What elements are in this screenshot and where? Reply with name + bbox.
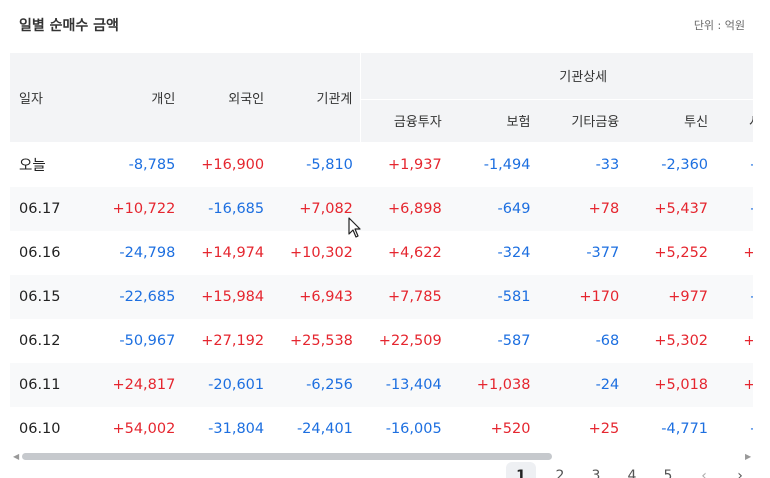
horizontal-scrollbar-thumb[interactable]	[22, 453, 552, 460]
cell-insurance: -581	[449, 275, 539, 319]
cell-individual: -24,798	[119, 245, 176, 261]
cell-private-fund: +2,259	[716, 363, 753, 407]
cell-institution-total: -24,401	[296, 421, 353, 437]
header-date: 일자	[10, 53, 95, 142]
cell-financial-investment: +1,937	[388, 156, 442, 173]
page-button-2[interactable]: 2	[542, 462, 578, 478]
cell-foreign: +14,974	[201, 245, 265, 261]
cell-date: 06.10	[19, 421, 61, 437]
cell-insurance: +1,038	[449, 363, 539, 407]
cell-private-fund: -2,917	[716, 187, 753, 231]
cell-institution-total: +25,538	[290, 333, 353, 349]
cell-other-finance: -33	[595, 156, 620, 173]
cell-trust: +977	[627, 275, 717, 319]
cell-date: 06.17	[10, 187, 95, 231]
cell-trust: -4,771	[661, 421, 709, 437]
cell-date: 06.16	[19, 245, 61, 261]
cell-financial-investment: +22,509	[378, 333, 442, 349]
cell-private-fund: -1,553	[716, 407, 753, 451]
table-row: 06.17 +10,722 -16,685 +7,082 +6,898 -649 +78 +5…	[10, 187, 753, 231]
scroll-right-arrow-icon[interactable]: ▶	[745, 452, 751, 461]
cell-financial-investment: -13,404	[360, 363, 450, 407]
header-other-finance: 기타금융	[538, 99, 628, 142]
cell-private-fund: +1,420	[743, 245, 753, 261]
cell-financial-investment: +7,785	[360, 275, 450, 319]
cell-foreign: -20,601	[183, 363, 273, 407]
cell-trust: +5,437	[627, 187, 717, 231]
header-individual: 개인	[94, 53, 184, 142]
cell-private-fund: -1,673	[716, 275, 753, 319]
table-row: 06.15 -22,685 +15,984 +6,943 +7,785 -581 +170 +…	[10, 275, 753, 319]
cell-insurance: -649	[449, 187, 539, 231]
cell-private-fund: +1,530	[743, 333, 753, 349]
cell-date: 06.12	[19, 333, 61, 349]
table-body: 오늘 -8,785 +16,900 -5,810 +1,937 -1,494 -33 -2,3…	[10, 142, 753, 451]
chevron-right-icon[interactable]: ›	[722, 462, 758, 478]
cell-foreign: +15,984	[183, 275, 273, 319]
cell-trust: +5,302	[654, 333, 709, 349]
header-financial-investment: 금융투자	[360, 99, 450, 142]
cell-other-finance: -24	[538, 363, 628, 407]
table-row: 오늘 -8,785 +16,900 -5,810 +1,937 -1,494 -33 -2,3…	[10, 142, 753, 187]
cell-trust: +5,252	[654, 245, 709, 261]
page-button-1[interactable]: 1	[506, 462, 536, 478]
cell-insurance: -1,494	[483, 156, 531, 173]
header-trust: 투신	[627, 99, 717, 142]
header-institution-total: 기관계	[272, 53, 361, 142]
net-buy-table: 일자 개인 외국인 기관계 기관상세 금융투자 보험 기타금융 투신 사모펀드 …	[10, 53, 753, 451]
mouse-pointer-icon	[348, 217, 361, 238]
cell-financial-investment: -16,005	[385, 421, 442, 437]
header-insurance: 보험	[449, 99, 539, 142]
section-title: 일별 순매수 금액	[19, 18, 119, 34]
table-row: 06.11 +24,817 -20,601 -6,256 -13,404 +1,038 -2…	[10, 363, 753, 407]
cell-other-finance: +78	[538, 187, 628, 231]
cell-other-finance: -68	[595, 333, 620, 349]
page-button-4[interactable]: 4	[614, 462, 650, 478]
header-institution-detail: 기관상세	[360, 53, 753, 100]
cell-date: 오늘	[19, 158, 46, 174]
cell-other-finance: +25	[588, 421, 620, 437]
cell-institution-total: -5,810	[306, 156, 353, 173]
pagination: 1 2 3 4 5 ‹ ›	[506, 462, 758, 478]
cell-institution-total: -6,256	[272, 363, 361, 407]
header-private-fund: 사모펀드	[716, 99, 753, 142]
cell-financial-investment: +4,622	[388, 245, 442, 261]
table-row: 06.16 -24,798 +14,974 +10,302 +4,622 -324 -377…	[10, 231, 753, 275]
cell-individual: -22,685	[94, 275, 184, 319]
scroll-left-arrow-icon[interactable]: ◀	[13, 452, 19, 461]
cell-individual: -8,785	[128, 156, 176, 173]
cell-individual: +24,817	[94, 363, 184, 407]
cell-date: 06.11	[10, 363, 95, 407]
cell-foreign: -31,804	[208, 421, 265, 437]
header-foreign: 외국인	[183, 53, 273, 142]
cell-individual: +54,002	[112, 421, 176, 437]
chevron-left-icon[interactable]: ‹	[686, 462, 722, 478]
cell-insurance: +520	[490, 421, 531, 437]
cell-other-finance: -377	[586, 245, 620, 261]
cell-institution-total: +6,943	[272, 275, 361, 319]
table-row: 06.10 +54,002 -31,804 -24,401 -16,005 +520 +25…	[10, 407, 753, 451]
cell-insurance: -587	[497, 333, 531, 349]
cell-foreign: +16,900	[201, 156, 265, 173]
cell-private-fund: -3,316	[716, 142, 753, 187]
cell-insurance: -324	[497, 245, 531, 261]
cell-foreign: +27,192	[201, 333, 265, 349]
cell-trust: +5,018	[627, 363, 717, 407]
page-button-3[interactable]: 3	[578, 462, 614, 478]
cell-foreign: -16,685	[183, 187, 273, 231]
cell-date: 06.15	[10, 275, 95, 319]
cell-trust: -2,360	[661, 156, 709, 173]
cell-other-finance: +170	[538, 275, 628, 319]
page-button-5[interactable]: 5	[650, 462, 686, 478]
unit-label: 단위 : 억원	[693, 19, 745, 32]
cell-individual: +10,722	[94, 187, 184, 231]
cell-financial-investment: +6,898	[360, 187, 450, 231]
cell-individual: -50,967	[119, 333, 176, 349]
net-buy-table-container[interactable]: 일자 개인 외국인 기관계 기관상세 금융투자 보험 기타금융 투신 사모펀드 …	[10, 53, 753, 453]
table-row: 06.12 -50,967 +27,192 +25,538 +22,509 -587 -68…	[10, 319, 753, 363]
